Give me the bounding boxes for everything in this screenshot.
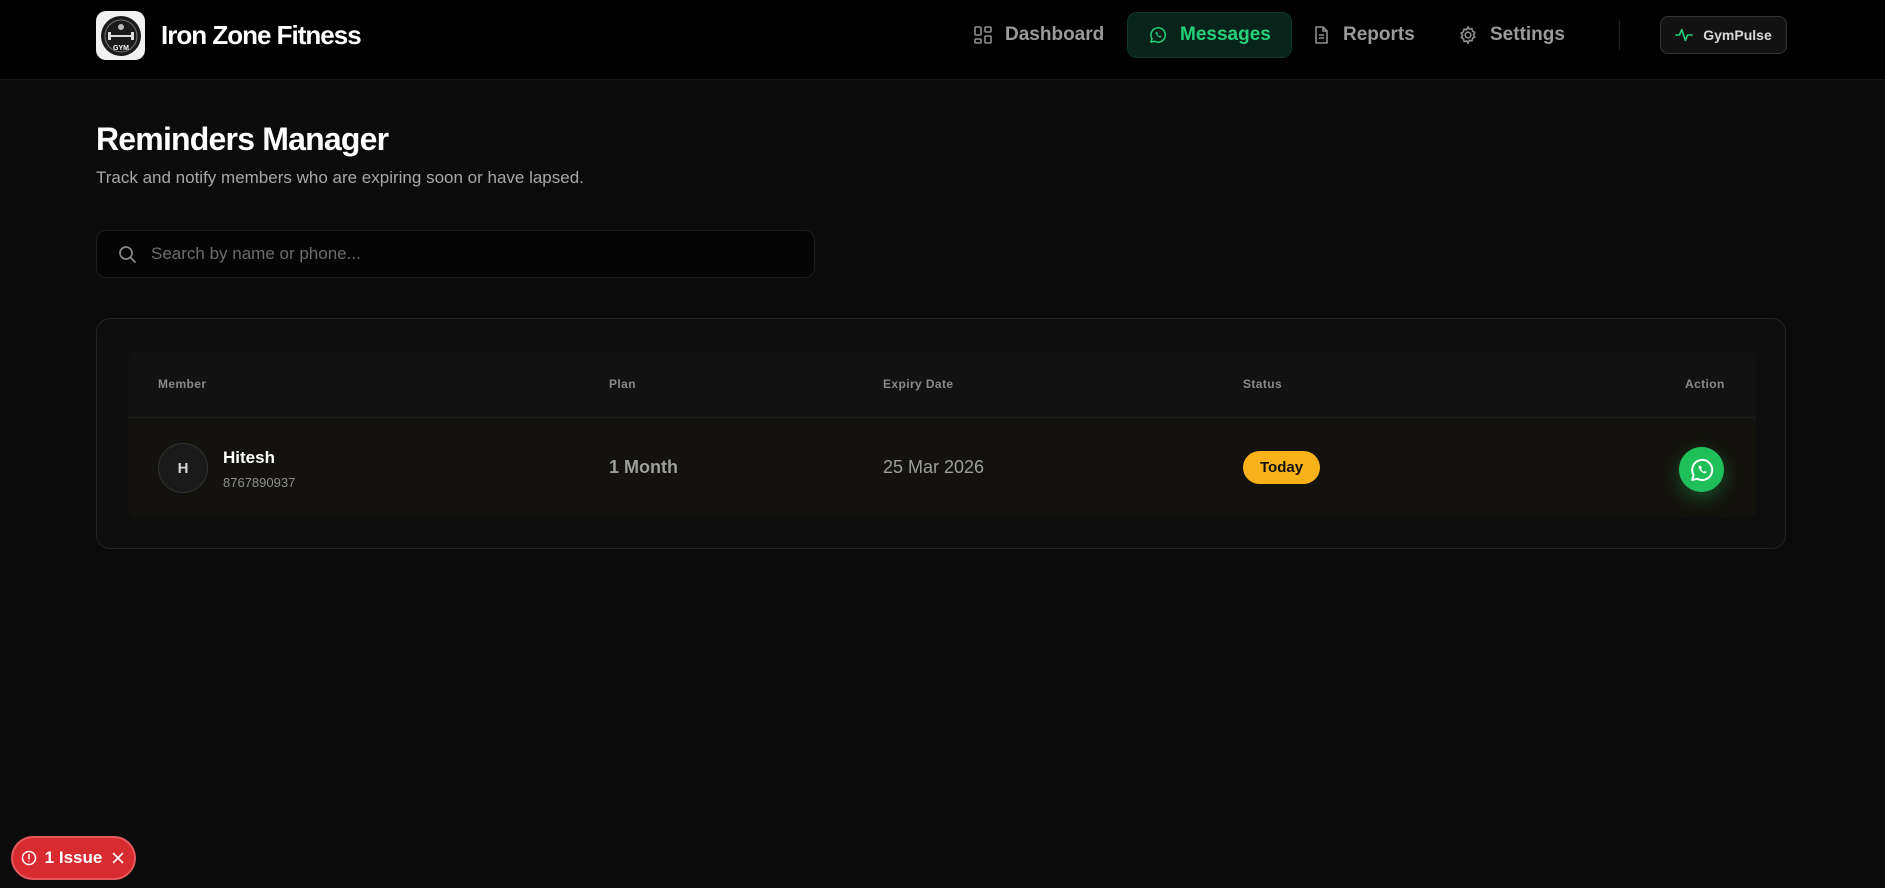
- reminders-table: Member Plan Expiry Date Status Action H …: [128, 352, 1756, 517]
- gympulse-label: GymPulse: [1703, 27, 1772, 43]
- plan-cell: 1 Month: [609, 457, 678, 477]
- main-nav: Dashboard Messages Reports Settings: [0, 12, 1885, 58]
- table-header: Member Plan Expiry Date Status Action: [128, 352, 1756, 418]
- whatsapp-icon: [1150, 27, 1167, 43]
- issues-indicator[interactable]: 1 Issue: [11, 836, 136, 880]
- nav-settings[interactable]: Settings: [1438, 12, 1585, 58]
- close-icon[interactable]: [110, 850, 126, 866]
- avatar: H: [158, 443, 208, 493]
- search-icon: [119, 246, 136, 263]
- dashboard-grid-icon: [974, 26, 992, 44]
- status-badge: Today: [1243, 451, 1321, 484]
- member-name: Hitesh: [223, 448, 275, 467]
- column-header-status: Status: [1243, 377, 1283, 391]
- nav-dashboard-label: Dashboard: [1005, 24, 1105, 45]
- reminders-card: Member Plan Expiry Date Status Action H …: [96, 318, 1786, 549]
- alert-circle-icon: [21, 850, 36, 866]
- send-whatsapp-button[interactable]: [1679, 447, 1724, 492]
- expiry-date-cell: 25 Mar 2026: [883, 457, 985, 477]
- activity-pulse-icon: [1675, 28, 1694, 42]
- nav-reports-label: Reports: [1343, 24, 1415, 45]
- column-header-expiry-date: Expiry Date: [883, 377, 954, 391]
- search-bar[interactable]: [96, 230, 815, 278]
- nav-messages-label: Messages: [1180, 24, 1271, 45]
- member-phone: 8767890937: [223, 475, 296, 490]
- whatsapp-icon: [1690, 458, 1713, 481]
- column-header-action: Action: [1685, 377, 1725, 391]
- nav-messages[interactable]: Messages: [1127, 12, 1292, 58]
- nav-settings-label: Settings: [1490, 24, 1565, 45]
- top-navigation-bar: GYM Iron Zone Fitness Dashboard Messages: [0, 0, 1885, 80]
- gympulse-button[interactable]: GymPulse: [1660, 16, 1787, 54]
- issues-label: 1 Issue: [44, 848, 103, 867]
- gear-icon: [1460, 26, 1476, 44]
- page-subtitle: Track and notify members who are expirin…: [96, 168, 584, 187]
- search-input[interactable]: [151, 244, 791, 264]
- table-row[interactable]: H Hitesh 8767890937 1 Month 25 Mar 2026 …: [128, 418, 1756, 517]
- document-icon: [1315, 26, 1328, 44]
- page-title: Reminders Manager: [96, 121, 389, 157]
- nav-reports[interactable]: Reports: [1291, 12, 1435, 58]
- nav-dashboard[interactable]: Dashboard: [953, 12, 1124, 58]
- column-header-plan: Plan: [609, 377, 636, 391]
- nav-divider: [1619, 20, 1620, 50]
- column-header-member: Member: [158, 377, 207, 391]
